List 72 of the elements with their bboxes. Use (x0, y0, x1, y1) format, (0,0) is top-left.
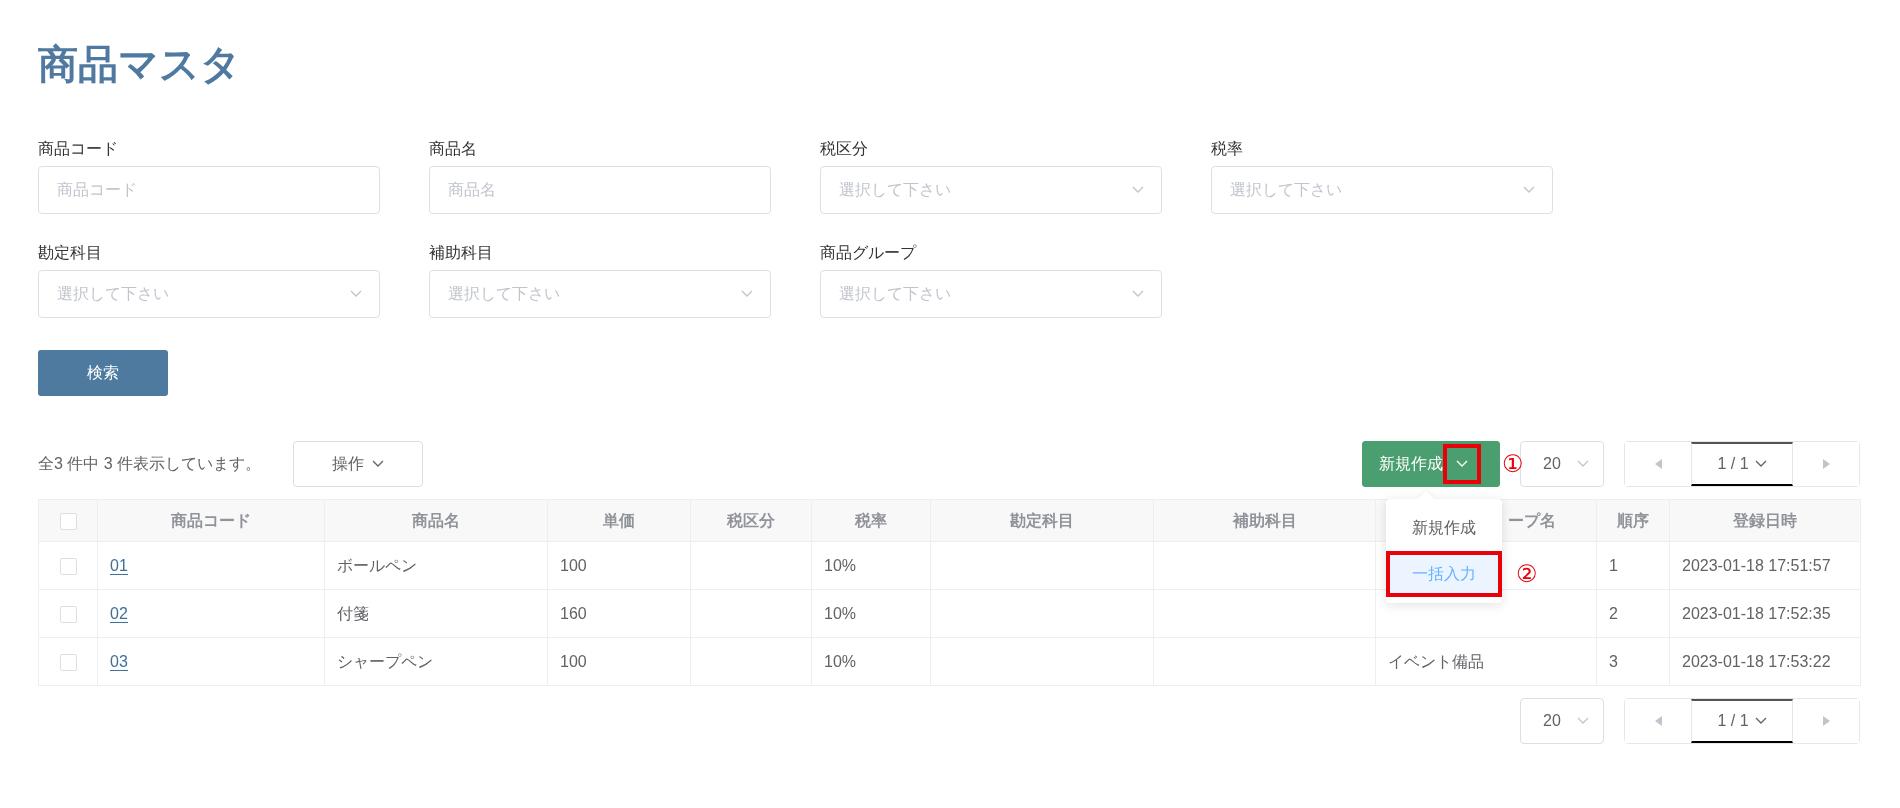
field-label: 商品名 (429, 139, 478, 159)
caret-icon (1456, 460, 1468, 468)
chevron-down-icon (1577, 460, 1589, 468)
caret-left-icon (1654, 716, 1662, 726)
field-label: 商品グループ (820, 243, 918, 263)
menu-item[interactable]: 新規作成 (1386, 505, 1502, 551)
select-field[interactable]: 選択して下さい (38, 270, 380, 318)
chevron-down-icon (1132, 290, 1144, 298)
checkbox[interactable] (59, 653, 77, 671)
field-label: 勘定科目 (38, 243, 103, 263)
page-select[interactable]: 1 / 1 (1691, 442, 1793, 486)
field-label: 税区分 (820, 139, 869, 159)
new-split-button[interactable]: 新規作成 (1362, 441, 1500, 487)
actions-dropdown-button[interactable]: 操作 (293, 441, 424, 487)
chevron-down-icon (741, 290, 753, 298)
annotation-number: ② (1516, 562, 1538, 586)
table-cell: 2023-01-18 17:52:35 (1682, 604, 1831, 622)
chevron-down-icon (1132, 186, 1144, 194)
field-label: 商品コード (38, 139, 119, 159)
column-header: 勘定科目 (1010, 511, 1074, 529)
product-code-link[interactable]: 03 (110, 652, 128, 671)
column-header: 順序 (1617, 511, 1649, 529)
chevron-down-icon (1577, 717, 1589, 725)
column-header: 税率 (855, 511, 887, 529)
select-field[interactable]: 選択して下さい (1211, 166, 1553, 214)
table-cell: 10% (824, 556, 857, 574)
column-header: ープ名 (1508, 511, 1556, 529)
chevron-down-icon (1754, 460, 1767, 468)
checkbox[interactable] (59, 512, 77, 530)
table-cell: 2 (1609, 604, 1618, 622)
table-cell: ボールペン (337, 556, 417, 574)
column-header: 補助科目 (1232, 511, 1297, 529)
table-cell: 100 (560, 652, 587, 670)
table-cell: 10% (824, 604, 857, 622)
product-code-link[interactable]: 02 (110, 604, 128, 623)
table-cell: 10% (824, 652, 857, 670)
chevron-down-icon (350, 290, 362, 298)
chevron-down-icon (1523, 186, 1535, 194)
table-cell: シャープペン (337, 652, 433, 670)
field-label: 補助科目 (429, 243, 494, 263)
select-field[interactable]: 選択して下さい (429, 270, 771, 318)
result-count-text: 全3 件中 3 件表示しています。 (38, 454, 262, 474)
product-code-link[interactable]: 01 (110, 556, 128, 575)
table-cell: 2023-01-18 17:53:22 (1682, 652, 1831, 670)
table-cell: 3 (1609, 652, 1618, 670)
column-header: 商品名 (412, 511, 460, 529)
checkbox[interactable] (59, 605, 77, 623)
table-cell: 2023-01-18 17:51:57 (1682, 556, 1831, 574)
field-label: 税率 (1211, 139, 1244, 159)
input-field[interactable]: 商品名 (429, 166, 771, 214)
table-cell: 1 (1609, 556, 1618, 574)
select-field[interactable]: 選択して下さい (820, 166, 1162, 214)
table-cell: 100 (560, 556, 587, 574)
caret-right-icon (1822, 459, 1830, 469)
table-cell: 160 (560, 604, 587, 622)
chevron-down-icon (1754, 717, 1767, 725)
caret-icon (372, 460, 385, 468)
input-field[interactable]: 商品コード (38, 166, 380, 214)
checkbox[interactable] (59, 557, 77, 575)
page-select[interactable]: 1 / 1 (1691, 699, 1793, 743)
column-header: 登録日時 (1733, 511, 1797, 529)
page-size-select[interactable]: 20 (1520, 698, 1604, 744)
page-title: 商品マスタ (38, 41, 242, 88)
column-header: 商品コード (171, 511, 251, 529)
column-header: 税区分 (727, 511, 775, 529)
search-button[interactable]: 検索 (38, 350, 168, 396)
caret-right-icon (1822, 716, 1830, 726)
table-cell: 付箋 (337, 604, 369, 622)
select-field[interactable]: 選択して下さい (820, 270, 1162, 318)
table-cell: イベント備品 (1388, 652, 1484, 670)
caret-left-icon (1654, 459, 1662, 469)
column-header: 単価 (603, 511, 635, 529)
